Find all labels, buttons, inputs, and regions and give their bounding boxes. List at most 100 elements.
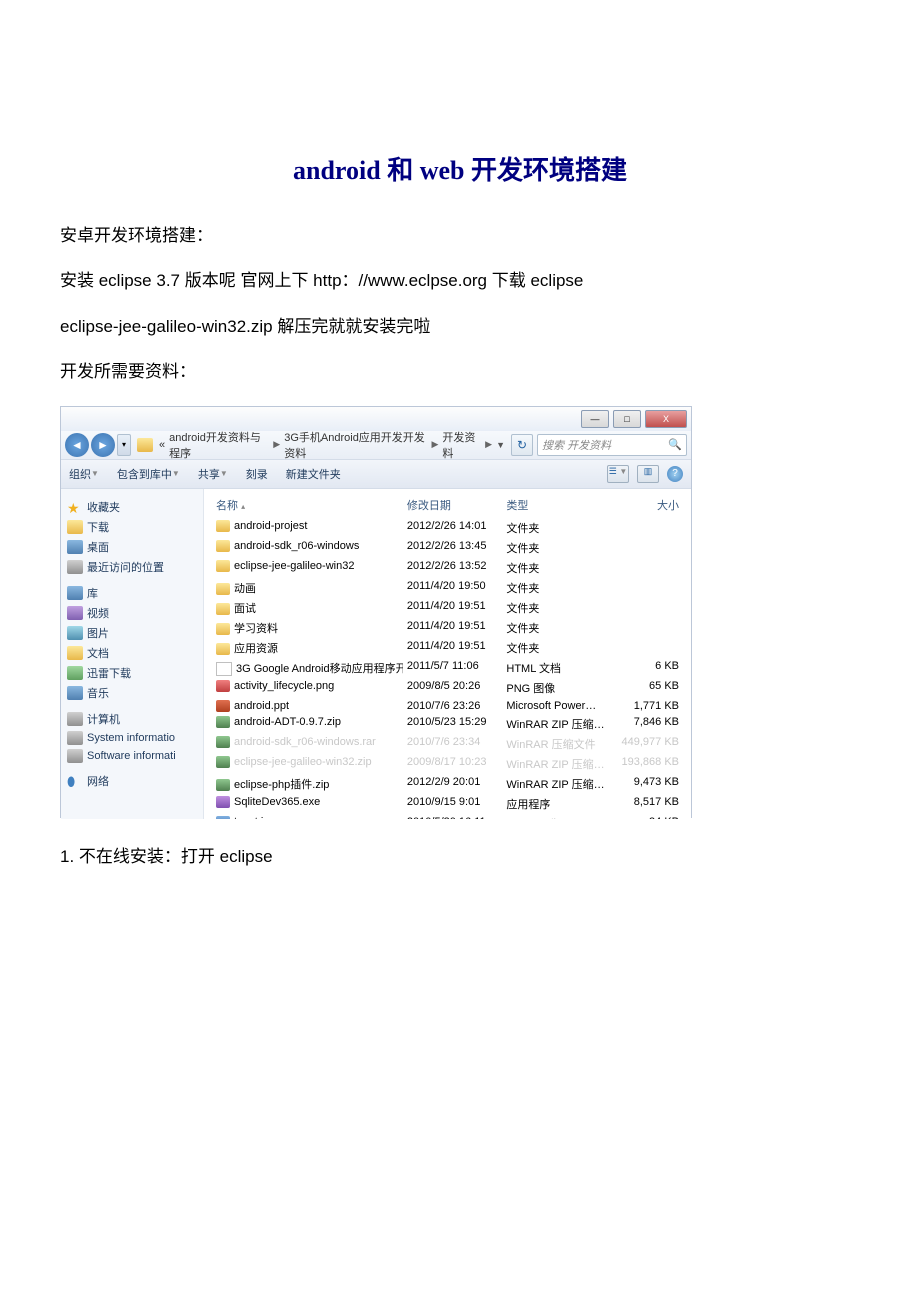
doc-title: android 和 web 开发环境搭建 <box>60 150 860 187</box>
nav-thunder[interactable]: 迅雷下载 <box>67 663 197 683</box>
zip-icon <box>216 779 230 791</box>
nav-documents[interactable]: 文档 <box>67 643 197 663</box>
forward-button[interactable]: ► <box>91 433 115 457</box>
file-row[interactable]: eclipse-jee-galileo-win322012/2/26 13:52… <box>212 558 683 578</box>
nav-downloads[interactable]: 下载 <box>67 517 197 537</box>
file-row[interactable]: android-sdk_r06-windows2012/2/26 13:45文件… <box>212 538 683 558</box>
sort-icon: ▴ <box>241 502 245 511</box>
explorer-window: — □ X ◄ ► ▾ « android开发资料与程序 ▶ 3G手机Andro… <box>60 406 692 818</box>
nav-pictures[interactable]: 图片 <box>67 623 197 643</box>
star-icon: ★ <box>67 500 83 514</box>
back-button[interactable]: ◄ <box>65 433 89 457</box>
file-list: 名称 ▴ 修改日期 类型 大小 android-projest2012/2/26… <box>204 489 691 819</box>
maximize-button[interactable]: □ <box>613 410 641 428</box>
col-type[interactable]: 类型 <box>502 495 611 515</box>
paragraph-2: 安装 eclipse 3.7 版本呢 官网上下 http：//www.eclps… <box>60 262 860 299</box>
dropdown-icon: ▼ <box>172 469 180 478</box>
nav-libraries[interactable]: 库 <box>67 577 197 603</box>
organize-button[interactable]: 组织 ▼ <box>69 466 99 482</box>
file-row[interactable]: android-projest2012/2/26 14:01文件夹 <box>212 518 683 538</box>
folder-icon <box>216 583 230 595</box>
breadcrumb-seg-2[interactable]: 3G手机Android应用开发开发资料 <box>284 429 427 461</box>
burn-button[interactable]: 刻录 <box>246 466 268 482</box>
desktop-icon <box>67 540 83 554</box>
rar-icon <box>216 736 230 748</box>
nav-pane: ★收藏夹 下载 桌面 最近访问的位置 库 视频 图片 文档 迅雷下载 音乐 计算… <box>61 489 204 819</box>
zip-icon <box>216 756 230 768</box>
nav-desktop[interactable]: 桌面 <box>67 537 197 557</box>
col-date[interactable]: 修改日期 <box>403 495 502 515</box>
paragraph-3: eclipse-jee-galileo-win32.zip 解压完就就安装完啦 <box>60 308 860 345</box>
titlebar: — □ X <box>61 407 691 431</box>
file-row[interactable]: android.ppt2010/7/6 23:26Microsoft Power… <box>212 698 683 714</box>
col-name[interactable]: 名称 ▴ <box>212 495 403 515</box>
folder-icon <box>216 540 230 552</box>
paragraph-1: 安卓开发环境搭建： <box>60 217 860 254</box>
drive-icon <box>67 749 83 763</box>
preview-pane-button[interactable]: ▥ <box>637 465 659 483</box>
file-row[interactable]: eclipse-php插件.zip2012/2/9 20:01WinRAR ZI… <box>212 774 683 794</box>
minimize-button[interactable]: — <box>581 410 609 428</box>
breadcrumb-seg-3[interactable]: 开发资料 <box>442 429 481 461</box>
ppt-icon <box>216 700 230 712</box>
png-icon <box>216 680 230 692</box>
folder-icon <box>216 520 230 532</box>
search-icon[interactable]: 🔍 <box>668 438 682 451</box>
file-row[interactable]: 应用资源2011/4/20 19:51文件夹 <box>212 638 683 658</box>
nav-network[interactable]: ⬮网络 <box>67 765 197 791</box>
help-button[interactable]: ? <box>667 466 683 482</box>
close-button[interactable]: X <box>645 410 687 428</box>
nav-recent[interactable]: 最近访问的位置 <box>67 557 197 577</box>
file-row[interactable]: 动画2011/4/20 19:50文件夹 <box>212 578 683 598</box>
file-row[interactable]: eclipse-jee-galileo-win32.zip2009/8/17 1… <box>212 754 683 774</box>
column-headers: 名称 ▴ 修改日期 类型 大小 <box>212 493 683 518</box>
computer-icon <box>67 712 83 726</box>
breadcrumb-seg-1[interactable]: android开发资料与程序 <box>169 429 269 461</box>
folder-icon <box>67 520 83 534</box>
address-bar: ◄ ► ▾ « android开发资料与程序 ▶ 3G手机Android应用开发… <box>61 431 691 460</box>
network-icon: ⬮ <box>67 774 83 788</box>
picture-icon <box>67 626 83 640</box>
chevron-icon: « <box>159 439 165 451</box>
nav-music[interactable]: 音乐 <box>67 683 197 703</box>
nav-videos[interactable]: 视频 <box>67 603 197 623</box>
exe-icon <box>216 796 230 808</box>
jpg-icon <box>216 816 230 819</box>
new-folder-button[interactable]: 新建文件夹 <box>286 466 341 482</box>
search-input[interactable]: 搜索 开发资料 🔍 <box>537 434 687 456</box>
view-mode-button[interactable]: ☰ ▼ <box>607 465 629 483</box>
folder-icon <box>216 623 230 635</box>
nav-system-info[interactable]: System informatio <box>67 729 197 747</box>
file-row[interactable]: 学习资料2011/4/20 19:51文件夹 <box>212 618 683 638</box>
folder-icon <box>216 643 230 655</box>
file-row[interactable]: 3G Google Android移动应用程序开发(…2011/5/7 11:0… <box>212 658 683 678</box>
file-row[interactable]: SqliteDev365.exe2010/9/15 9:01应用程序8,517 … <box>212 794 683 814</box>
arrow-icon: ▶ <box>485 439 492 450</box>
nav-favorites[interactable]: ★收藏夹 <box>67 497 197 517</box>
include-library-button[interactable]: 包含到库中 ▼ <box>117 466 180 482</box>
col-size[interactable]: 大小 <box>611 495 683 515</box>
video-icon <box>67 606 83 620</box>
folder-icon <box>216 560 230 572</box>
nav-history-dropdown[interactable]: ▾ <box>117 434 131 456</box>
file-row[interactable]: android-ADT-0.9.7.zip2010/5/23 15:29WinR… <box>212 714 683 734</box>
path-dropdown-icon[interactable]: ▼ <box>496 440 505 450</box>
folder-icon <box>216 603 230 615</box>
paragraph-4: 开发所需要资料： <box>60 353 860 390</box>
refresh-button[interactable]: ↻ <box>511 434 533 456</box>
share-button[interactable]: 共享 ▼ <box>198 466 228 482</box>
arrow-icon: ▶ <box>431 439 438 450</box>
recent-icon <box>67 560 83 574</box>
nav-software-info[interactable]: Software informati <box>67 747 197 765</box>
file-row[interactable]: android-sdk_r06-windows.rar2010/7/6 23:3… <box>212 734 683 754</box>
file-row[interactable]: 面试2011/4/20 19:51文件夹 <box>212 598 683 618</box>
drive-icon <box>67 731 83 745</box>
document-icon <box>67 646 83 660</box>
nav-computer[interactable]: 计算机 <box>67 703 197 729</box>
file-row[interactable]: activity_lifecycle.png2009/8/5 20:26PNG … <box>212 678 683 698</box>
zip-icon <box>216 716 230 728</box>
breadcrumb[interactable]: « android开发资料与程序 ▶ 3G手机Android应用开发开发资料 ▶… <box>157 429 507 461</box>
dropdown-icon: ▼ <box>91 469 99 478</box>
html-icon <box>216 662 232 676</box>
file-row[interactable]: toast.jpg2010/5/30 16:11JPEG 图像34 KB <box>212 814 683 819</box>
